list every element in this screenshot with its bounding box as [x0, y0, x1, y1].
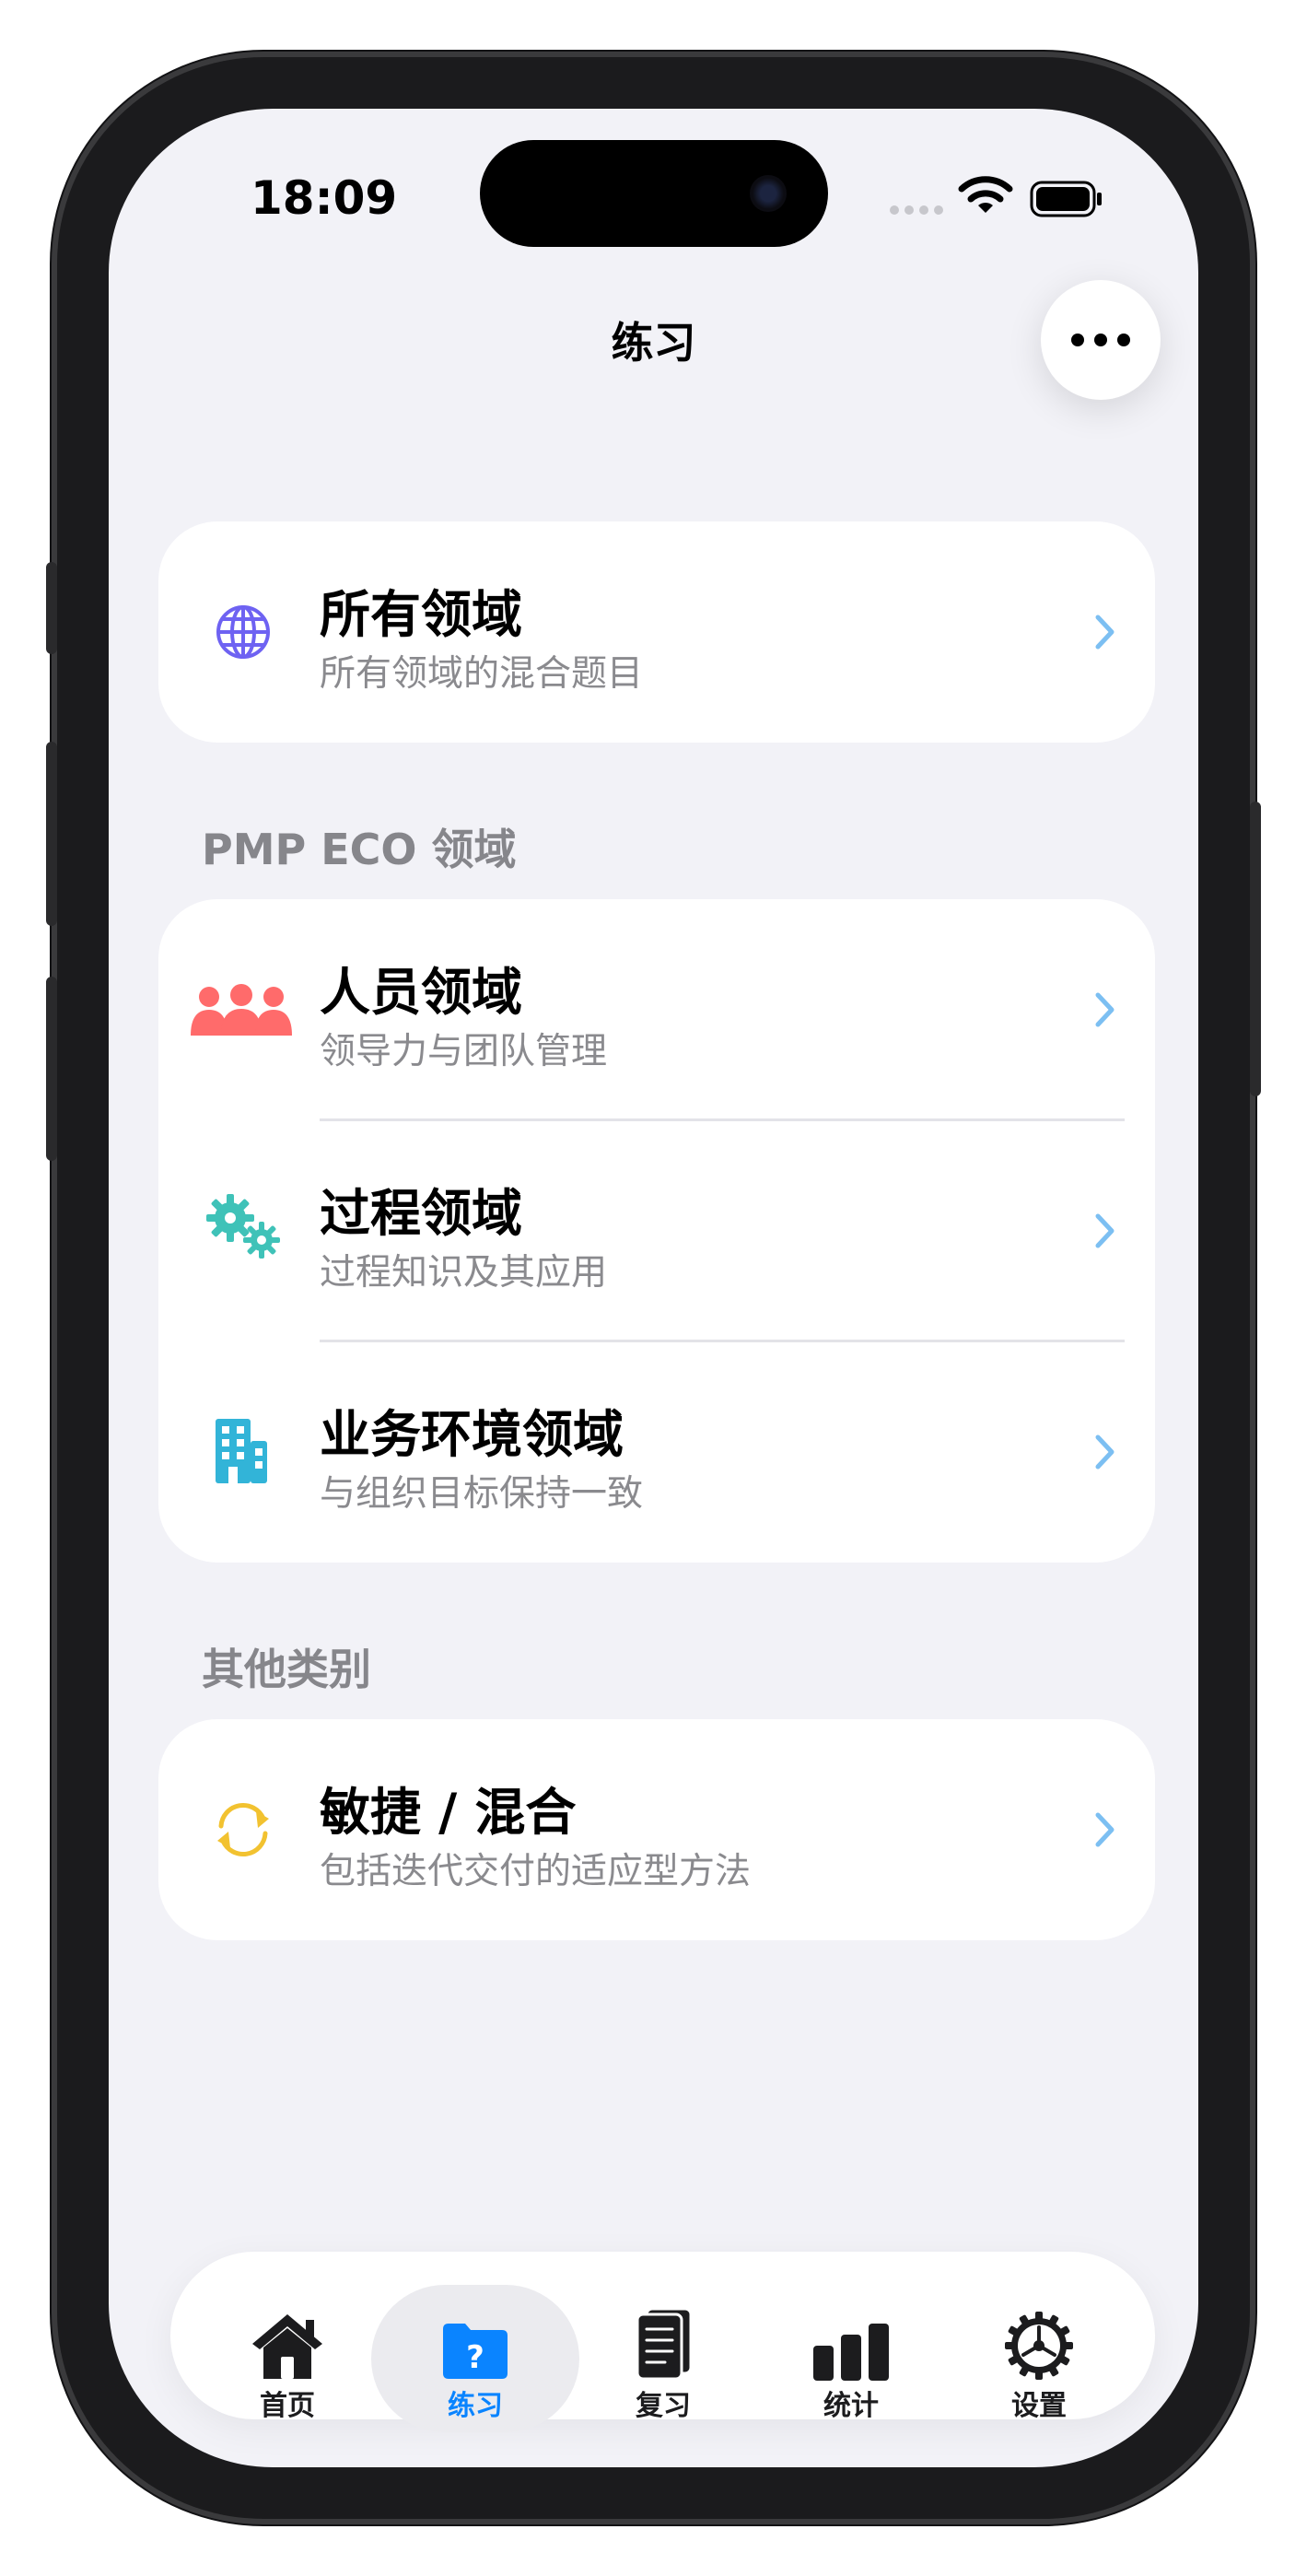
list-item-agile-hybrid[interactable]: 敏捷 / 混合 包括迭代交付的适应型方法	[158, 1719, 1155, 1940]
eco-domains-card: 人员领域 领导力与团队管理 过程领域 过程知识及其应用 业务环境领域 与组织目标…	[158, 899, 1155, 1563]
globe-icon	[216, 605, 270, 659]
tab-practice[interactable]: ? 练习	[383, 2303, 567, 2423]
list-item-business-environment[interactable]: 业务环境领域 与组织目标保持一致	[158, 1341, 1155, 1563]
tab-review[interactable]: 复习	[571, 2303, 755, 2423]
house-icon	[252, 2314, 322, 2379]
battery-icon	[1030, 181, 1102, 217]
people-icon	[191, 984, 292, 1036]
chevron-right-icon	[1095, 1812, 1114, 1847]
wifi-icon	[958, 176, 1013, 213]
chevron-right-icon	[1095, 615, 1114, 650]
row-subtitle: 领导力与团队管理	[320, 1031, 608, 1072]
tab-label: 统计	[823, 2390, 879, 2422]
cellular-signal-icon	[890, 205, 943, 215]
more-button[interactable]	[1041, 280, 1161, 400]
chevron-right-icon	[1095, 992, 1114, 1027]
row-subtitle: 与组织目标保持一致	[320, 1473, 644, 1515]
row-subtitle: 过程知识及其应用	[320, 1252, 608, 1294]
cycle-arrows-icon	[217, 1802, 269, 1857]
camera-icon	[750, 175, 787, 212]
svg-text:?: ?	[466, 2339, 484, 2376]
gears-icon	[206, 1194, 280, 1259]
tab-home[interactable]: 首页	[195, 2303, 379, 2423]
action-button	[46, 562, 57, 654]
section-header-eco: PMP ECO 领域	[202, 825, 517, 874]
volume-up-button	[46, 742, 57, 926]
row-title: 人员领域	[320, 963, 523, 1022]
gear-icon	[1005, 2312, 1073, 2380]
volume-down-button	[46, 977, 57, 1161]
list-item-process[interactable]: 过程领域 过程知识及其应用	[158, 1120, 1155, 1341]
row-title: 所有领域	[320, 585, 523, 644]
tab-stats[interactable]: 统计	[759, 2303, 943, 2423]
chevron-right-icon	[1095, 1213, 1114, 1248]
other-categories-card: 敏捷 / 混合 包括迭代交付的适应型方法	[158, 1719, 1155, 1940]
side-button	[1250, 802, 1261, 1096]
status-time: 18:09	[251, 171, 398, 225]
tab-settings[interactable]: 设置	[947, 2303, 1131, 2423]
all-domains-card[interactable]: 所有领域 所有领域的混合题目	[158, 521, 1155, 743]
section-header-other: 其他类别	[202, 1645, 371, 1694]
bar-chart-icon	[813, 2324, 889, 2381]
row-title: 敏捷 / 混合	[320, 1783, 577, 1842]
document-icon	[636, 2307, 693, 2381]
row-subtitle: 所有领域的混合题目	[320, 653, 644, 695]
list-item-all-domains[interactable]: 所有领域 所有领域的混合题目	[158, 521, 1155, 743]
ellipsis-icon	[1071, 334, 1130, 346]
row-title: 业务环境领域	[320, 1405, 624, 1464]
row-title: 过程领域	[320, 1184, 523, 1243]
building-icon	[216, 1419, 267, 1483]
list-item-people[interactable]: 人员领域 领导力与团队管理	[158, 899, 1155, 1120]
row-subtitle: 包括迭代交付的适应型方法	[320, 1851, 752, 1892]
question-folder-icon: ?	[443, 2324, 508, 2379]
chevron-right-icon	[1095, 1434, 1114, 1469]
tab-label: 设置	[1011, 2390, 1067, 2422]
tab-label: 首页	[260, 2390, 315, 2422]
tab-label: 练习	[448, 2390, 503, 2422]
tab-label: 复习	[636, 2390, 691, 2422]
